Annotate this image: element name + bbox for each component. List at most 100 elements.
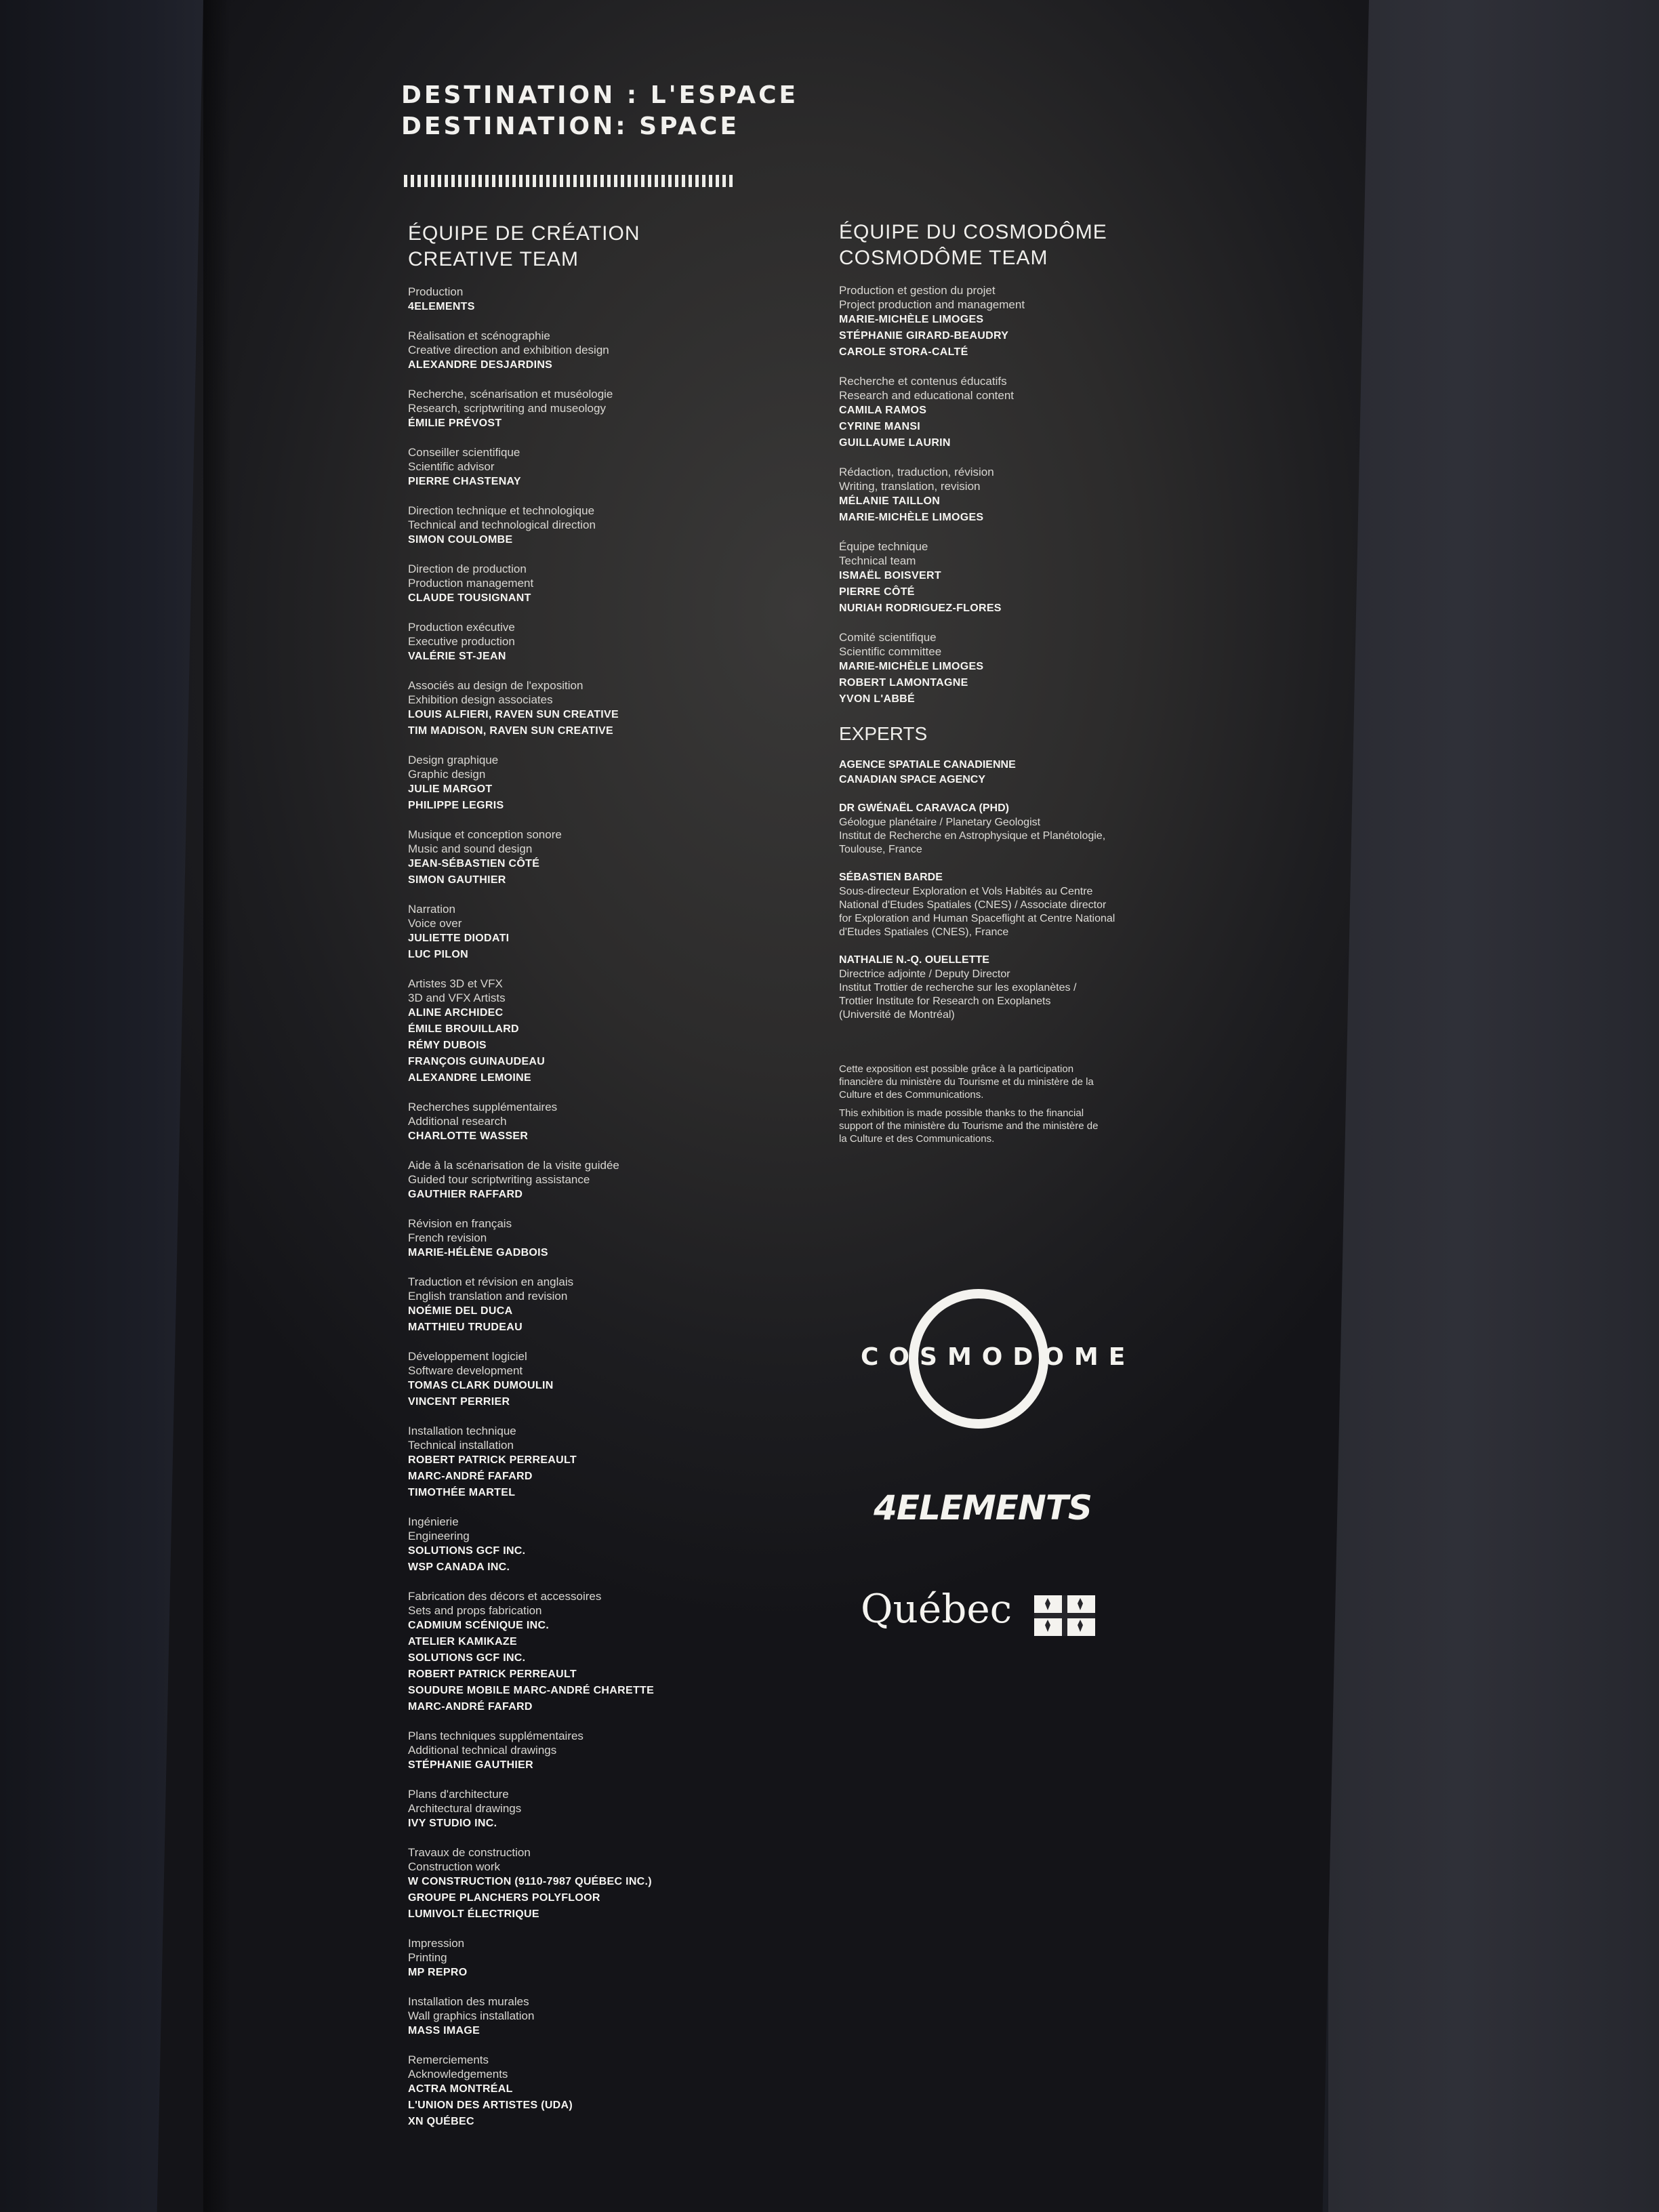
credit-name: TIM MADISON, RAVEN SUN CREATIVE bbox=[408, 725, 613, 737]
credit-name: VALÉRIE ST-JEAN bbox=[408, 651, 506, 662]
credit-group: Aide à la scénarisation de la visite gui… bbox=[408, 1158, 787, 1203]
funding-line: la Culture et des Communications. bbox=[839, 1133, 995, 1145]
expert-name: NATHALIE N.-Q. OUELLETTE bbox=[839, 954, 989, 966]
credit-name: CLAUDE TOUSIGNANT bbox=[408, 592, 531, 604]
credit-name: GROUPE PLANCHERS POLYFLOOR bbox=[408, 1892, 600, 1904]
credit-role: Comité scientifique bbox=[839, 631, 937, 644]
credit-role: Aide à la scénarisation de la visite gui… bbox=[408, 1159, 619, 1172]
credit-role: Artistes 3D et VFX bbox=[408, 977, 503, 990]
funding-line: support of the ministère du Tourisme and… bbox=[839, 1120, 1099, 1132]
credit-role: Production et gestion du projet bbox=[839, 284, 996, 297]
expert-entry: NATHALIE N.-Q. OUELLETTE Directrice adjoi… bbox=[839, 953, 1164, 1022]
expert-description: Toulouse, France bbox=[839, 844, 922, 855]
credit-name: XN QUÉBEC bbox=[408, 2116, 474, 2127]
credit-role: 3D and VFX Artists bbox=[408, 991, 506, 1004]
credit-role: Exhibition design associates bbox=[408, 693, 553, 706]
credit-role: Technical and technological direction bbox=[408, 518, 596, 531]
exhibition-title: DESTINATION : L'ESPACE DESTINATION: SPAC… bbox=[401, 80, 798, 142]
expert-description: d'Etudes Spatiales (CNES), France bbox=[839, 926, 1009, 938]
expert-entry: DR GWÉNAËL CARAVACA (PHD) Géologue planét… bbox=[839, 801, 1164, 857]
credit-role: French revision bbox=[408, 1231, 487, 1244]
credit-group: Recherches supplémentaires Additional res… bbox=[408, 1100, 787, 1145]
credit-name: JULIE MARGOT bbox=[408, 783, 493, 795]
credit-role: Conseiller scientifique bbox=[408, 446, 520, 459]
credit-role: Travaux de construction bbox=[408, 1846, 531, 1859]
credit-role: Recherches supplémentaires bbox=[408, 1101, 558, 1113]
credit-role: Développement logiciel bbox=[408, 1350, 527, 1363]
credit-role: Narration bbox=[408, 903, 455, 916]
credit-role: Technical installation bbox=[408, 1439, 514, 1452]
credit-name: MATTHIEU TRUDEAU bbox=[408, 1322, 523, 1333]
credit-group: Direction technique et technologique Tech… bbox=[408, 504, 787, 548]
credit-role: Scientific advisor bbox=[408, 460, 495, 473]
experts-list: AGENCE SPATIALE CANADIENNE CANADIAN SPACE… bbox=[839, 758, 1164, 1022]
credit-name: 4ELEMENTS bbox=[408, 301, 475, 312]
expert-name: CANADIAN SPACE AGENCY bbox=[839, 774, 986, 785]
credit-role: Installation technique bbox=[408, 1425, 516, 1437]
credit-name: MARC-ANDRÉ FAFARD bbox=[408, 1471, 533, 1482]
4elements-logo: 4ELEMENTS bbox=[874, 1488, 1092, 1528]
credit-role: Voice over bbox=[408, 917, 462, 930]
credit-name: CYRINE MANSI bbox=[839, 421, 921, 432]
credit-name: MARIE-MICHÈLE LIMOGES bbox=[839, 512, 984, 523]
credit-role: Executive production bbox=[408, 635, 515, 648]
credit-name: ACTRA MONTRÉAL bbox=[408, 2083, 513, 2095]
credit-name: ATELIER KAMIKAZE bbox=[408, 1636, 517, 1647]
credit-group: Musique et conception sonore Music and so… bbox=[408, 827, 787, 888]
credit-name: CAROLE STORA-CALTÉ bbox=[839, 346, 968, 358]
funding-line: This exhibition is made possible thanks … bbox=[839, 1107, 1084, 1119]
credit-name: JEAN-SÉBASTIEN CÔTÉ bbox=[408, 858, 540, 869]
credit-name: SIMON GAUTHIER bbox=[408, 874, 506, 886]
credit-role: Construction work bbox=[408, 1860, 501, 1873]
credit-group: Production exécutive Executive production… bbox=[408, 620, 787, 665]
credit-role: Ingénierie bbox=[408, 1515, 459, 1528]
credit-group: Fabrication des décors et accessoires Set… bbox=[408, 1589, 787, 1715]
credit-group: Ingénierie Engineering SOLUTIONS GCF INC. W… bbox=[408, 1515, 787, 1576]
credit-role: Research and educational content bbox=[839, 389, 1015, 402]
expert-description: Géologue planétaire / Planetary Geologis… bbox=[839, 817, 1041, 828]
credit-role: Design graphique bbox=[408, 754, 499, 766]
credit-role: Équipe technique bbox=[839, 540, 928, 553]
cosmodome-logo: COSMODOME bbox=[861, 1288, 1125, 1430]
credit-name: ÉMILE BROUILLARD bbox=[408, 1023, 519, 1035]
credit-role: Direction technique et technologique bbox=[408, 504, 595, 517]
title-english: DESTINATION: SPACE bbox=[401, 112, 740, 140]
credit-name: W CONSTRUCTION (9110-7987 QUÉBEC INC.) bbox=[408, 1876, 652, 1887]
credit-name: PIERRE CHASTENAY bbox=[408, 476, 521, 487]
cosmodome-heading-fr: ÉQUIPE DU COSMODÔME bbox=[839, 221, 1107, 243]
credit-name: SOLUTIONS GCF INC. bbox=[408, 1652, 526, 1664]
credit-name: MASS IMAGE bbox=[408, 2025, 480, 2036]
expert-name: AGENCE SPATIALE CANADIENNE bbox=[839, 759, 1016, 771]
credit-role: Traduction et révision en anglais bbox=[408, 1275, 574, 1288]
funding-line: Cette exposition est possible grâce à la… bbox=[839, 1063, 1074, 1075]
expert-entry: SÉBASTIEN BARDE Sous-directeur Exploratio… bbox=[839, 870, 1164, 939]
credit-name: LUMIVOLT ÉLECTRIQUE bbox=[408, 1908, 539, 1920]
credit-group: Remerciements Acknowledgements ACTRA MONTR… bbox=[408, 2053, 787, 2130]
credit-name: MARIE-HÉLÈNE GADBOIS bbox=[408, 1247, 548, 1258]
credit-group: Recherche, scénarisation et muséologie Re… bbox=[408, 387, 787, 432]
credit-group: Associés au design de l'exposition Exhibi… bbox=[408, 678, 787, 739]
cosmodome-heading-en: COSMODÔME TEAM bbox=[839, 247, 1048, 269]
credit-group: Installation des murales Wall graphics in… bbox=[408, 1994, 787, 2039]
credit-group: Conseiller scientifique Scientific adviso… bbox=[408, 445, 787, 490]
credit-role: Printing bbox=[408, 1951, 447, 1964]
credit-name: NURIAH RODRIGUEZ-FLORES bbox=[839, 602, 1002, 614]
credit-role: Writing, translation, revision bbox=[839, 480, 981, 493]
credit-group: Plans d'architecture Architectural drawin… bbox=[408, 1787, 787, 1832]
credit-name: RÉMY DUBOIS bbox=[408, 1040, 487, 1051]
funding-line: financière du ministère du Tourisme et d… bbox=[839, 1076, 1094, 1088]
credit-name: ALEXANDRE LEMOINE bbox=[408, 1072, 531, 1084]
credit-name: IVY STUDIO INC. bbox=[408, 1818, 497, 1829]
credit-name: CADMIUM SCÉNIQUE INC. bbox=[408, 1620, 550, 1631]
credit-role: Réalisation et scénographie bbox=[408, 329, 550, 342]
credit-role: Recherche, scénarisation et muséologie bbox=[408, 388, 613, 401]
credit-name: LUC PILON bbox=[408, 949, 468, 960]
expert-description: for Exploration and Human Spaceflight at… bbox=[839, 913, 1115, 924]
credit-name: LOUIS ALFIERI, RAVEN SUN CREATIVE bbox=[408, 709, 619, 720]
cosmodome-team-column: ÉQUIPE DU COSMODÔME COSMODÔME TEAM Produ… bbox=[839, 220, 1164, 1151]
credit-group: Production 4ELEMENTS bbox=[408, 285, 787, 315]
credit-group: Révision en français French revision MARIE… bbox=[408, 1216, 787, 1261]
credit-name: TIMOTHÉE MARTEL bbox=[408, 1487, 516, 1498]
credit-name: ROBERT PATRICK PERREAULT bbox=[408, 1668, 577, 1680]
quebec-logo: Québec bbox=[859, 1586, 1103, 1640]
